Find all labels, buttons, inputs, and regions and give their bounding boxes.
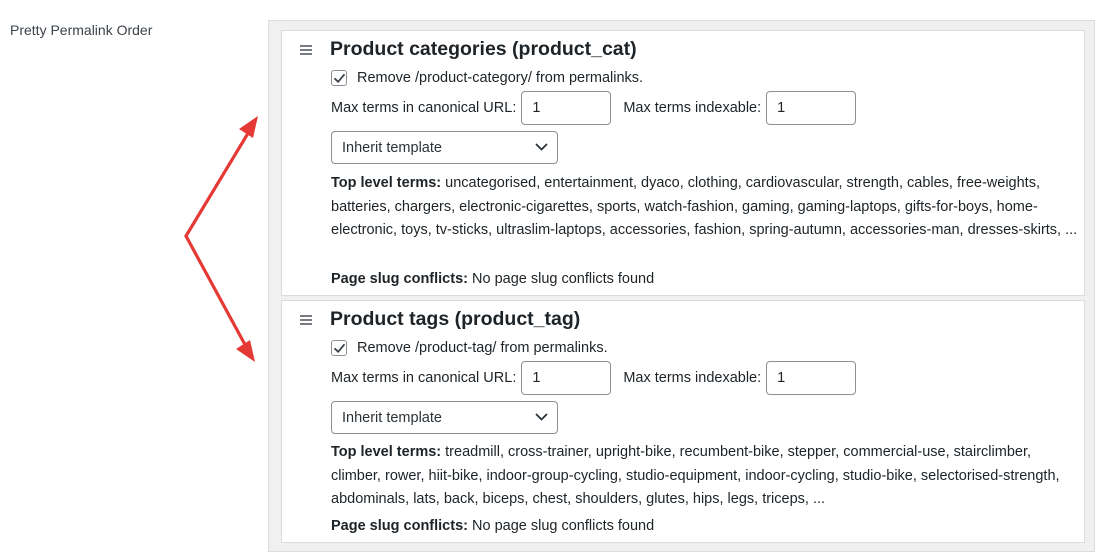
remove-base-label: Remove /product-tag/ from permalinks. <box>357 340 608 356</box>
page-slug-conflicts: Page slug conflicts: No page slug confli… <box>331 271 654 287</box>
max-indexable-label: Max terms indexable: <box>623 370 762 386</box>
settings-page: Pretty Permalink Order Product categorie… <box>0 0 1097 554</box>
remove-base-option[interactable]: Remove /product-category/ from permalink… <box>331 70 643 86</box>
conflicts-value: No page slug conflicts found <box>472 271 655 287</box>
top-level-terms: Top level terms: treadmill, cross-traine… <box>331 441 1079 512</box>
arrowhead-up-icon <box>239 116 258 138</box>
drag-handle-icon[interactable] <box>300 45 312 55</box>
max-canonical-label: Max terms in canonical URL: <box>331 370 517 386</box>
remove-base-option[interactable]: Remove /product-tag/ from permalinks. <box>331 340 608 356</box>
template-select[interactable]: Inherit template <box>331 131 558 164</box>
max-terms-row: Max terms in canonical URL: Max terms in… <box>331 361 857 395</box>
top-level-terms: Top level terms: uncategorised, entertai… <box>331 172 1079 243</box>
top-terms-list: uncategorised, entertainment, dyaco, clo… <box>331 175 1078 238</box>
template-select-value: Inherit template <box>342 139 442 156</box>
page-slug-conflicts: Page slug conflicts: No page slug confli… <box>331 518 654 534</box>
max-terms-row: Max terms in canonical URL: Max terms in… <box>331 91 857 125</box>
taxonomy-card-product-cat[interactable]: Product categories (product_cat) Remove … <box>281 30 1085 296</box>
template-select[interactable]: Inherit template <box>331 401 558 434</box>
chevron-down-icon <box>535 413 548 421</box>
conflicts-value: No page slug conflicts found <box>472 518 655 534</box>
taxonomy-title: Product tags (product_tag) <box>330 308 581 330</box>
max-indexable-input[interactable] <box>766 361 857 395</box>
arrowhead-down-icon <box>236 340 255 362</box>
max-canonical-input[interactable] <box>521 91 612 125</box>
arrow-down-line <box>184 234 251 354</box>
top-terms-label: Top level terms: <box>331 444 442 460</box>
conflicts-label: Page slug conflicts: <box>331 518 468 534</box>
template-select-value: Inherit template <box>342 409 442 426</box>
remove-base-label: Remove /product-category/ from permalink… <box>357 70 644 86</box>
checkmark-icon <box>334 73 345 83</box>
conflicts-label: Page slug conflicts: <box>331 271 468 287</box>
taxonomy-title: Product categories (product_cat) <box>330 38 637 60</box>
drag-handle-icon[interactable] <box>300 315 312 325</box>
remove-base-checkbox[interactable] <box>331 70 347 86</box>
chevron-down-icon <box>535 143 548 151</box>
top-terms-label: Top level terms: <box>331 175 442 191</box>
max-indexable-label: Max terms indexable: <box>623 100 762 116</box>
taxonomy-card-product-tag[interactable]: Product tags (product_tag) Remove /produ… <box>281 300 1085 543</box>
taxonomy-order-list: Product categories (product_cat) Remove … <box>268 20 1095 552</box>
max-canonical-label: Max terms in canonical URL: <box>331 100 517 116</box>
field-label: Pretty Permalink Order <box>10 22 153 38</box>
arrow-up-line <box>184 123 255 238</box>
remove-base-checkbox[interactable] <box>331 340 347 356</box>
checkmark-icon <box>334 343 345 353</box>
top-terms-list: treadmill, cross-trainer, upright-bike, … <box>331 444 1060 507</box>
max-indexable-input[interactable] <box>766 91 857 125</box>
max-canonical-input[interactable] <box>521 361 612 395</box>
